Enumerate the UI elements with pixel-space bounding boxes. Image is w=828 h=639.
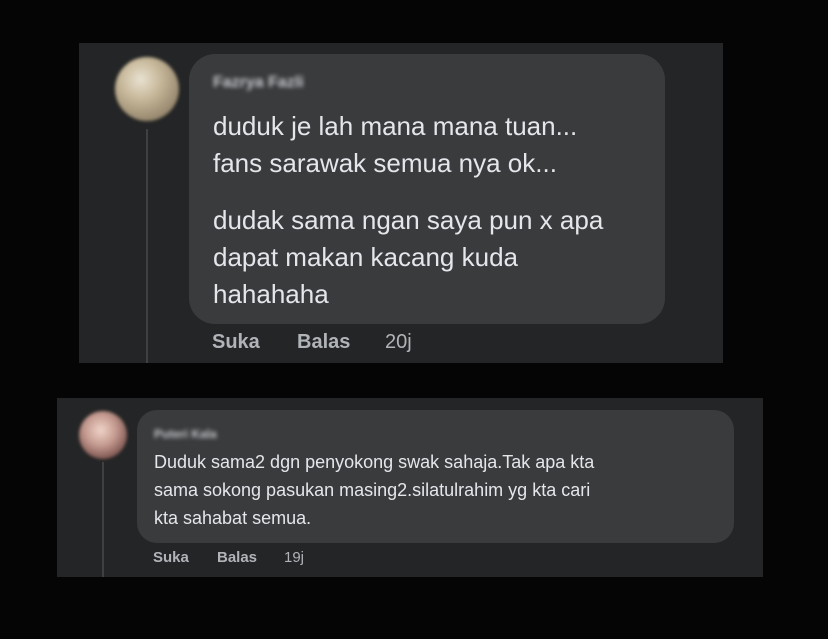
thread-line: [102, 462, 104, 577]
avatar[interactable]: [79, 411, 127, 459]
like-button[interactable]: Suka: [212, 331, 260, 354]
reply-button[interactable]: Balas: [297, 331, 350, 354]
comment-timestamp[interactable]: 20j: [385, 331, 412, 354]
comment-text: duduk je lah mana mana tuan... fans sara…: [213, 111, 578, 178]
avatar[interactable]: [115, 57, 179, 121]
comment-bubble: Fazrya Fazli duduk je lah mana mana tuan…: [189, 54, 665, 324]
comment-author[interactable]: Puteri Kala: [154, 427, 217, 441]
comment-timestamp[interactable]: 19j: [284, 549, 304, 566]
comment-text: dudak sama ngan saya pun x apa dapat mak…: [213, 205, 604, 309]
reply-button[interactable]: Balas: [217, 549, 257, 566]
comment-panel-2: Puteri Kala Duduk sama2 dgn penyokong sw…: [57, 398, 763, 577]
comment-panel-1: Fazrya Fazli duduk je lah mana mana tuan…: [79, 43, 723, 363]
comment-author[interactable]: Fazrya Fazli: [213, 74, 304, 92]
comment-text: Duduk sama2 dgn penyokong swak sahaja.Ta…: [154, 452, 595, 528]
comment-bubble: Puteri Kala Duduk sama2 dgn penyokong sw…: [137, 410, 734, 543]
thread-line: [146, 129, 148, 363]
like-button[interactable]: Suka: [153, 549, 189, 566]
